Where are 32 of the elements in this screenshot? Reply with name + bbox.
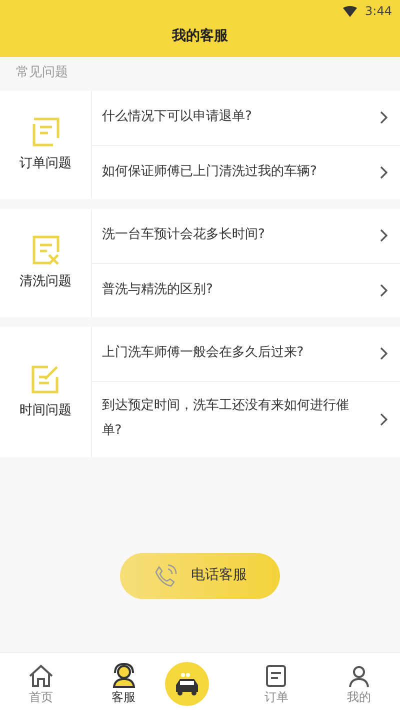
chevron-right-icon [380,284,388,296]
question-row[interactable]: 普洗与精洗的区别? [92,262,400,316]
car-wash-button[interactable] [164,662,209,706]
page-title: 我的客服 [172,28,228,44]
question-row[interactable]: 到达预定时间，洗车工还没有来如何进行催单? [92,380,400,456]
phone-service-button[interactable]: 电话客服 [120,552,280,598]
question-row[interactable]: 什么情况下可以申请退单? [92,90,400,144]
document-icon [30,116,60,148]
wifi-icon [343,6,358,16]
chevron-right-icon [380,412,388,426]
tab[interactable]: 首页 [0,653,82,710]
tab[interactable]: 我的 [318,653,400,710]
order-list-icon [265,664,288,688]
category-label: 订单问题 [20,154,72,173]
tab[interactable]: 订单 [235,653,318,710]
chevron-right-icon [380,111,388,124]
person-icon [346,664,371,688]
tab[interactable]: 客服 [82,653,165,710]
status-time: 3:44 [365,3,392,20]
category-label: 清洗问题 [20,272,72,291]
phone-icon [153,564,177,588]
home-icon [28,664,54,688]
question-row[interactable]: 上门洗车师傅一般会在多久后过来? [92,326,400,380]
headset-person-icon [110,662,137,688]
chevron-right-icon [380,166,388,178]
chevron-right-icon [380,347,388,360]
category-label: 时间问题 [19,402,72,420]
section-label: 常见问题 [16,65,68,80]
document-cross-icon [30,234,60,266]
question-row[interactable]: 如何保证师傅已上门清洗过我的车辆? [92,144,400,198]
chevron-right-icon [380,229,388,242]
question-row[interactable]: 洗一台车预计会花多长时间? [92,208,400,262]
